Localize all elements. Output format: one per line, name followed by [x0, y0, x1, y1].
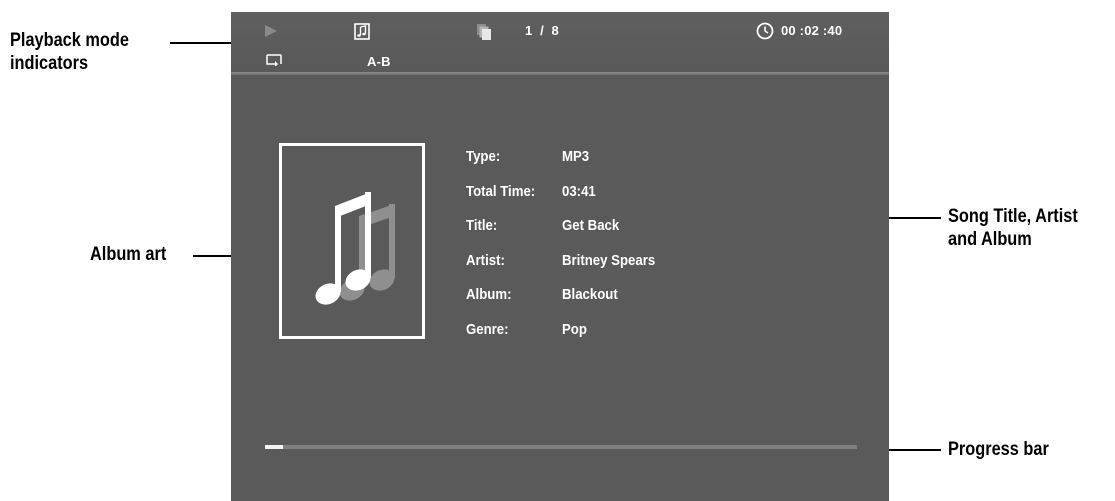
progress-bar-fill — [265, 445, 283, 449]
callout-playback-mode-line2: indicators — [10, 53, 89, 74]
callout-song-info: Song Title, Artist and Album — [948, 205, 1078, 251]
callout-song-info-line2: and Album — [948, 229, 1032, 250]
callout-playback-mode: Playback mode indicators — [10, 29, 129, 75]
play-icon — [264, 24, 278, 38]
info-value-title: Get Back — [562, 217, 620, 234]
callout-progress-bar: Progress bar — [948, 439, 1049, 460]
callout-album-art: Album art — [90, 244, 167, 265]
status-bar-divider — [231, 72, 889, 75]
double-music-note-icon — [304, 186, 404, 316]
player-screen: 1 / 8 00 :02 :40 A-B Type: MP3 Total Tim… — [231, 12, 889, 501]
info-label-type: Type: — [466, 148, 501, 165]
clock-icon — [756, 22, 774, 40]
music-note-icon — [354, 23, 370, 40]
callout-playback-mode-line1: Playback mode — [10, 30, 129, 51]
info-label-album: Album: — [466, 286, 512, 303]
info-label-artist: Artist: — [466, 252, 505, 269]
callout-song-info-line1: Song Title, Artist — [948, 206, 1078, 227]
info-value-type: MP3 — [562, 148, 590, 165]
info-value-genre: Pop — [562, 321, 587, 338]
info-value-total-time: 03:41 — [562, 183, 596, 200]
track-counter: 1 / 8 — [525, 23, 559, 38]
info-value-album: Blackout — [562, 286, 618, 303]
info-value-artist: Britney Spears — [562, 252, 656, 269]
track-current: 1 — [525, 23, 533, 38]
elapsed-time: 00 :02 :40 — [781, 23, 843, 38]
callout-line-playback-mode — [170, 42, 236, 44]
info-label-total-time: Total Time: — [466, 183, 536, 200]
album-art — [279, 143, 425, 339]
repeat-icon — [266, 54, 282, 66]
info-label-genre: Genre: — [466, 321, 509, 338]
status-bar: 1 / 8 00 :02 :40 A-B — [231, 12, 889, 72]
folder-stack-icon — [476, 23, 492, 41]
info-label-title: Title: — [466, 217, 498, 234]
track-separator: / — [540, 23, 544, 38]
track-total: 8 — [551, 23, 559, 38]
progress-bar[interactable] — [265, 445, 857, 449]
ab-repeat-indicator: A-B — [367, 54, 391, 69]
